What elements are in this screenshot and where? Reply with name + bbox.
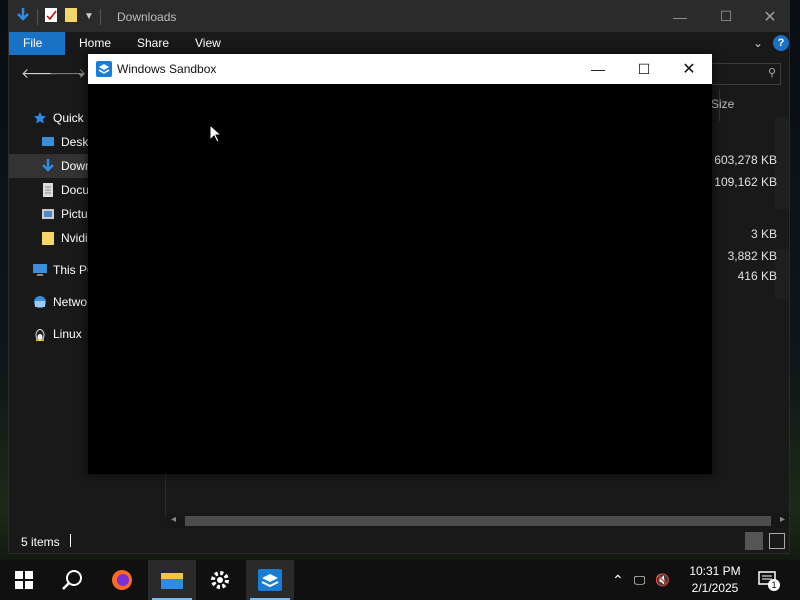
volume-muted-icon[interactable]: 🔇: [655, 573, 670, 587]
column-header-size[interactable]: Size: [711, 97, 734, 111]
sandbox-close-button[interactable]: ✕: [666, 54, 712, 84]
horizontal-scrollbar[interactable]: ◂ ▸: [167, 514, 789, 528]
recent-locations-icon[interactable]: ⌄: [77, 68, 85, 79]
download-arrow-icon: [15, 7, 31, 26]
system-clock[interactable]: 10:31 PM 2/1/2025: [680, 563, 750, 597]
sandbox-titlebar[interactable]: Windows Sandbox — ☐ ✕: [88, 54, 712, 84]
firefox-icon: [112, 570, 132, 590]
new-folder-icon[interactable]: [64, 7, 78, 26]
quick-access-toolbar: ▼: [15, 7, 101, 26]
download-icon: [41, 159, 55, 173]
clock-date: 2/1/2025: [691, 581, 739, 595]
windows-logo-icon: [15, 571, 33, 589]
system-tray: ⌃ 🖵 🔇: [612, 560, 670, 600]
taskbar-settings[interactable]: [196, 560, 244, 600]
sandbox-title: Windows Sandbox: [117, 62, 217, 76]
notification-badge: 1: [768, 579, 780, 591]
tab-file[interactable]: File: [9, 32, 65, 55]
scroll-thumb[interactable]: [185, 516, 771, 526]
action-center-button[interactable]: 1: [758, 571, 780, 592]
sandbox-icon: [258, 569, 282, 591]
customize-dropdown-icon[interactable]: ▼: [84, 11, 94, 22]
computer-icon: [33, 263, 47, 277]
details-view-icon[interactable]: [745, 532, 763, 550]
start-button[interactable]: [0, 560, 48, 600]
tab-home[interactable]: Home: [65, 32, 125, 55]
pictures-icon: [41, 207, 55, 221]
search-input[interactable]: ⚲: [709, 63, 781, 85]
taskbar-firefox[interactable]: [98, 560, 146, 600]
minimize-button[interactable]: —: [657, 1, 703, 32]
taskbar-windows-sandbox[interactable]: [246, 560, 294, 600]
explorer-titlebar: ▼ Downloads — ☐ ✕: [9, 1, 789, 32]
search-icon: [62, 570, 82, 590]
sandbox-app-icon: [96, 61, 112, 80]
tab-view[interactable]: View: [181, 32, 235, 55]
divider: [37, 8, 38, 25]
folder-icon: [161, 573, 183, 589]
status-bar: 5 items: [9, 529, 789, 553]
search-icon: ⚲: [767, 67, 776, 79]
vertical-scrollbar[interactable]: [775, 117, 789, 209]
item-count: 5 items: [21, 535, 60, 549]
sandbox-viewport[interactable]: [88, 84, 712, 474]
search-button[interactable]: [48, 560, 96, 600]
gear-icon: [211, 571, 229, 589]
divider: [70, 534, 71, 547]
ribbon-expand-icon[interactable]: ⌄: [753, 36, 763, 50]
folder-icon: [41, 231, 55, 245]
windows-sandbox-window[interactable]: Windows Sandbox — ☐ ✕: [88, 54, 712, 474]
mouse-cursor-icon: [209, 124, 221, 143]
sandbox-maximize-button[interactable]: ☐: [621, 54, 667, 84]
close-button[interactable]: ✕: [747, 1, 793, 32]
sandbox-minimize-button[interactable]: —: [575, 54, 621, 84]
help-icon[interactable]: ?: [773, 35, 789, 51]
network-status-icon[interactable]: 🖵: [634, 573, 646, 588]
explorer-title: Downloads: [117, 10, 177, 24]
desktop-icon: [41, 135, 55, 149]
vertical-scrollbar-lower[interactable]: [775, 249, 789, 299]
network-icon: [33, 295, 47, 309]
nav-item-label: Nvidi: [61, 231, 88, 245]
linux-icon: [33, 327, 47, 341]
maximize-button[interactable]: ☐: [703, 1, 749, 32]
star-icon: [33, 111, 47, 125]
properties-icon[interactable]: [44, 7, 58, 26]
large-icons-view-icon[interactable]: [769, 533, 785, 549]
nav-item-label: Pictu: [61, 207, 88, 221]
show-hidden-icons-icon[interactable]: ⌃: [612, 572, 624, 589]
nav-item-label: Quick: [53, 111, 84, 125]
taskbar-file-explorer[interactable]: [148, 560, 196, 600]
nav-item-label: Docu: [61, 183, 90, 197]
clock-time: 10:31 PM: [689, 564, 741, 578]
scroll-left-icon[interactable]: ◂: [171, 514, 176, 525]
nav-item-label: Linux: [53, 327, 82, 341]
document-icon: [41, 183, 55, 197]
nav-item-label: Netwo: [53, 295, 88, 309]
divider: [99, 8, 101, 25]
tab-share[interactable]: Share: [123, 32, 183, 55]
scroll-right-icon[interactable]: ▸: [780, 514, 785, 525]
